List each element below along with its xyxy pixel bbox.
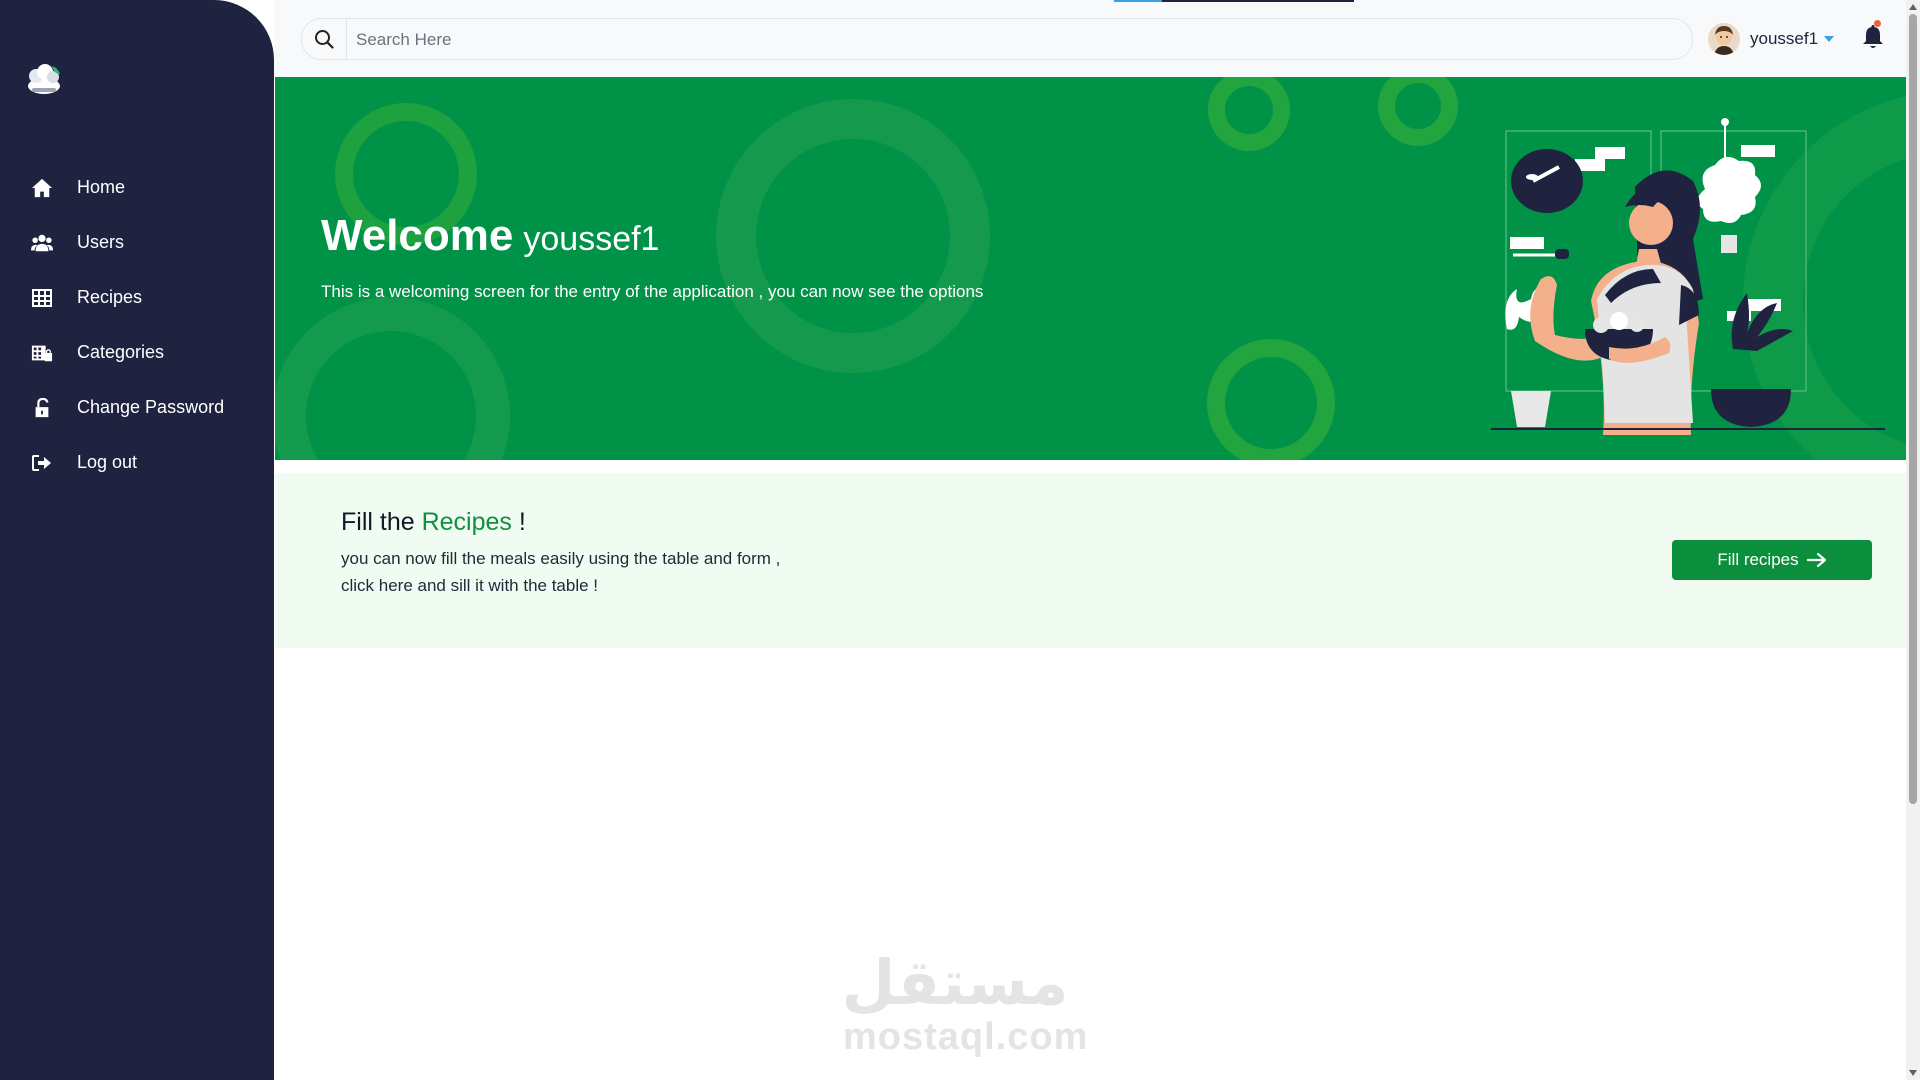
sidebar-item-label: Users [77, 232, 125, 252]
decorative-ring [1208, 77, 1290, 151]
sidebar-item-label: Home [77, 177, 126, 197]
decorative-ring [1378, 77, 1458, 146]
scroll-up-arrow-icon[interactable] [1909, 4, 1917, 10]
sidebar-item-users[interactable]: Users [0, 215, 274, 270]
sidebar-item-label: Log out [77, 452, 138, 472]
loading-indicator-progress [1114, 0, 1162, 2]
sidebar-item-log-out[interactable]: Log out [0, 435, 274, 490]
sidebar-item-change-password[interactable]: Change Password [0, 380, 274, 435]
sidebar-item-label: Recipes [77, 287, 143, 307]
decorative-ring [716, 99, 990, 373]
sidebar-item-home[interactable]: Home [0, 160, 274, 215]
scrollbar-thumb[interactable] [1909, 14, 1917, 804]
user-menu[interactable]: youssef1 [1708, 20, 1835, 58]
fill-recipes-button[interactable]: Fill recipes [1672, 540, 1872, 580]
username: youssef1 [1750, 29, 1819, 48]
sidebar-item-label: Categories [77, 342, 165, 362]
card-description: you can now fill the meals easily using … [341, 545, 780, 599]
welcome-text: Welcome [321, 211, 514, 260]
logout-icon [30, 452, 54, 474]
card-title-prefix: Fill the [341, 508, 415, 536]
arrow-right-icon [1806, 552, 1826, 568]
bell-icon[interactable] [1862, 24, 1884, 50]
sidebar-item-recipes[interactable]: Recipes [0, 270, 274, 325]
watermark-text: mostaql.com [843, 1016, 1089, 1058]
sidebar-nav: Home Users Recipes Categories Change Pas… [0, 160, 274, 490]
chef-hat-icon[interactable] [24, 62, 64, 98]
users-icon [30, 232, 54, 254]
card-title-suffix: ! [518, 508, 526, 536]
welcome-heading: Welcome youssef1 [321, 211, 659, 261]
card-description-line: you can now fill the meals easily using … [341, 549, 781, 568]
sidebar-item-label: Change Password [77, 397, 225, 417]
categories-icon [30, 342, 54, 364]
welcome-username: youssef1 [523, 220, 660, 258]
home-icon [30, 177, 54, 199]
lock-open-icon [30, 397, 54, 419]
notification-dot [1874, 20, 1881, 27]
fill-recipes-card: Fill the Recipes ! you can now fill the … [275, 473, 1906, 648]
welcome-subtitle: This is a welcoming screen for the entry… [321, 282, 984, 301]
watermark-arabic: مستقل [842, 946, 1069, 1018]
fill-recipes-button-label: Fill recipes [1717, 550, 1799, 569]
welcome-banner: Welcome youssef1 This is a welcoming scre… [275, 77, 1906, 460]
sidebar: Home Users Recipes Categories Change Pas… [0, 0, 274, 1080]
chef-woman-illustration [1491, 118, 1885, 435]
page-scrollbar[interactable] [1906, 0, 1920, 1080]
card-description-line: click here and sill it with the table ! [341, 576, 599, 595]
decorative-ring [275, 297, 510, 460]
search-input[interactable] [354, 19, 1678, 61]
table-grid-icon [30, 287, 54, 309]
search-bar [301, 18, 1693, 61]
avatar [1708, 23, 1740, 55]
watermark-logo: مستقل [835, 938, 1075, 1019]
sidebar-item-categories[interactable]: Categories [0, 325, 274, 380]
top-bar: youssef1 [274, 0, 1906, 77]
decorative-ring [1207, 339, 1335, 460]
chevron-down-icon [1824, 36, 1835, 42]
card-title: Fill the Recipes ! [341, 508, 526, 537]
scroll-down-arrow-icon[interactable] [1909, 1070, 1917, 1076]
card-title-highlight: Recipes [421, 508, 512, 536]
search-icon[interactable] [302, 19, 347, 59]
